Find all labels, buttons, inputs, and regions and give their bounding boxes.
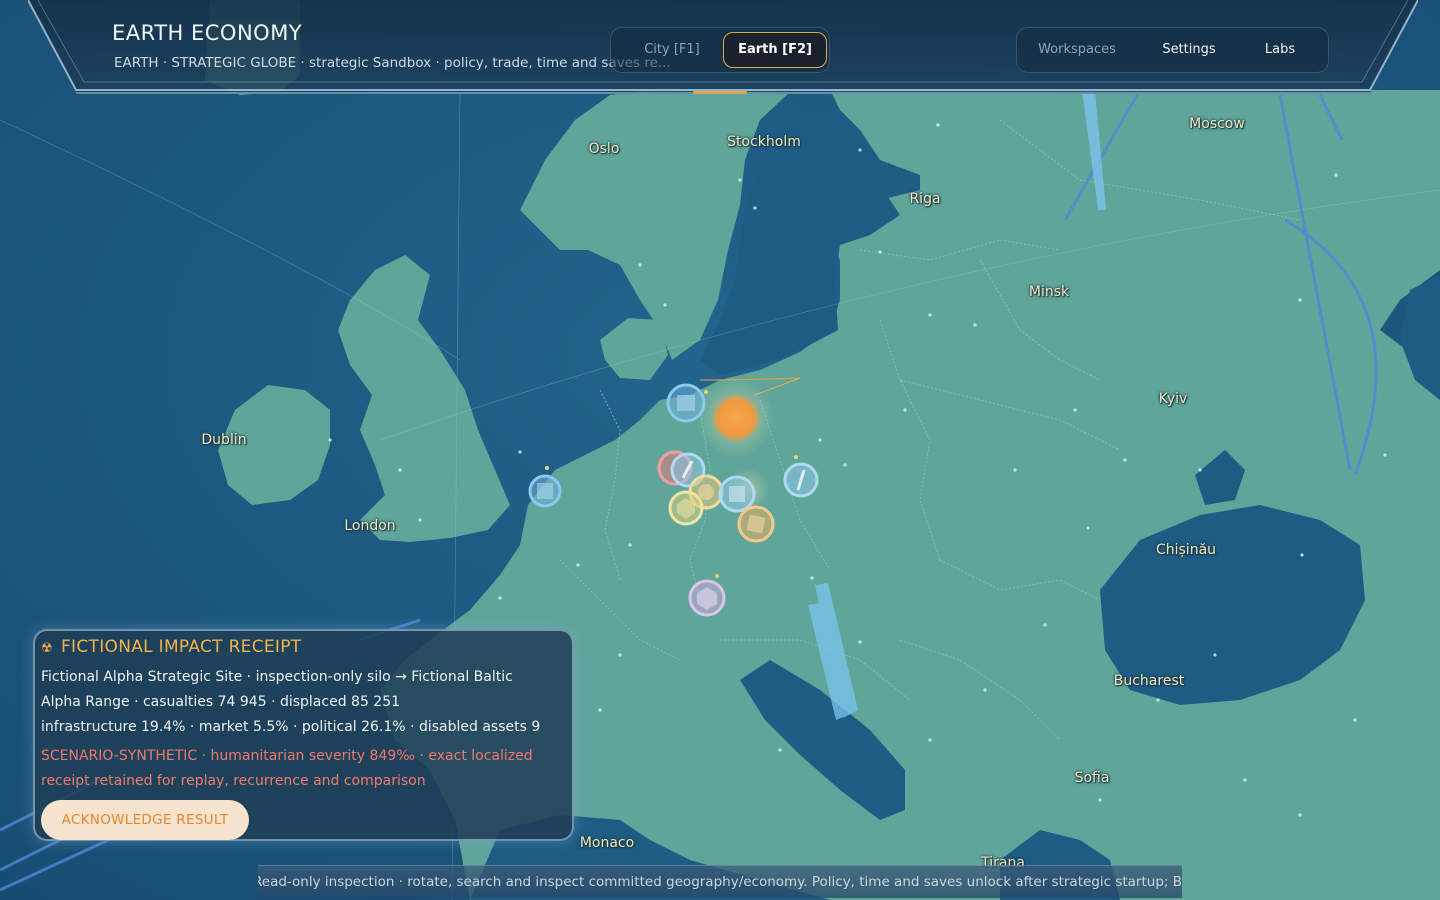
city-label-dublin: Dublin	[201, 432, 247, 448]
receipt-warning-2: receipt retained for replay, recurrence …	[41, 773, 426, 789]
city-label-riga: Riga	[909, 191, 941, 207]
receipt-line-3: infrastructure 19.4% · market 5.5% · pol…	[41, 719, 541, 735]
asset-marker-east[interactable]	[783, 462, 819, 498]
receipt-title-text: FICTIONAL IMPACT RECEIPT	[60, 637, 302, 657]
status-text: Read-only inspection · rotate, search an…	[258, 874, 1182, 890]
asset-marker-kiel[interactable]	[666, 383, 706, 423]
asset-marker-yellow-2[interactable]	[668, 490, 704, 526]
mode-city-button[interactable]: City [F1]	[619, 32, 725, 68]
city-label-chisinau: Chișinău	[1155, 542, 1217, 558]
mode-earth-button[interactable]: Earth [F2]	[723, 32, 827, 68]
receipt-line-1: Fictional Alpha Strategic Site · inspect…	[41, 669, 513, 685]
app-title: EARTH ECONOMY	[112, 21, 303, 45]
labs-button[interactable]: Labs	[1243, 28, 1317, 72]
city-label-stockholm: Stockholm	[727, 134, 801, 150]
city-label-bucharest: Bucharest	[1113, 673, 1185, 689]
impact-site-marker[interactable]	[711, 393, 761, 443]
city-label-london: London	[344, 518, 396, 534]
asset-marker-rotterdam[interactable]	[528, 474, 562, 508]
top-nav: Workspaces Settings Labs	[1016, 27, 1329, 73]
workspaces-button[interactable]: Workspaces	[1027, 28, 1127, 72]
asset-marker-blue-right[interactable]	[718, 475, 756, 513]
app-subtitle: EARTH · STRATEGIC GLOBE · strategic Sand…	[114, 55, 671, 71]
asset-marker-orange[interactable]	[737, 505, 775, 543]
settings-button[interactable]: Settings	[1143, 28, 1235, 72]
asset-marker-purple[interactable]	[688, 579, 726, 617]
radiation-icon: ☢	[41, 641, 53, 656]
city-label-minsk: Minsk	[1028, 284, 1070, 300]
city-label-sofia: Sofia	[1074, 770, 1110, 786]
active-mode-indicator	[693, 91, 747, 94]
impact-receipt-panel: ☢ FICTIONAL IMPACT RECEIPT Fictional Alph…	[33, 629, 574, 841]
city-label-monaco: Monaco	[579, 835, 635, 851]
mode-switcher: City [F1] Earth [F2]	[610, 27, 830, 73]
receipt-warning-1: SCENARIO-SYNTHETIC · humanitarian severi…	[41, 748, 533, 764]
receipt-title: ☢ FICTIONAL IMPACT RECEIPT	[41, 637, 301, 657]
receipt-line-2: Alpha Range · casualties 74 945 · displa…	[41, 694, 401, 710]
city-label-oslo: Oslo	[588, 141, 620, 157]
city-label-kyiv: Kyiv	[1158, 391, 1188, 407]
status-bar: Read-only inspection · rotate, search an…	[258, 865, 1182, 898]
city-label-moscow: Moscow	[1189, 116, 1245, 132]
acknowledge-result-button[interactable]: ACKNOWLEDGE RESULT	[41, 800, 249, 840]
